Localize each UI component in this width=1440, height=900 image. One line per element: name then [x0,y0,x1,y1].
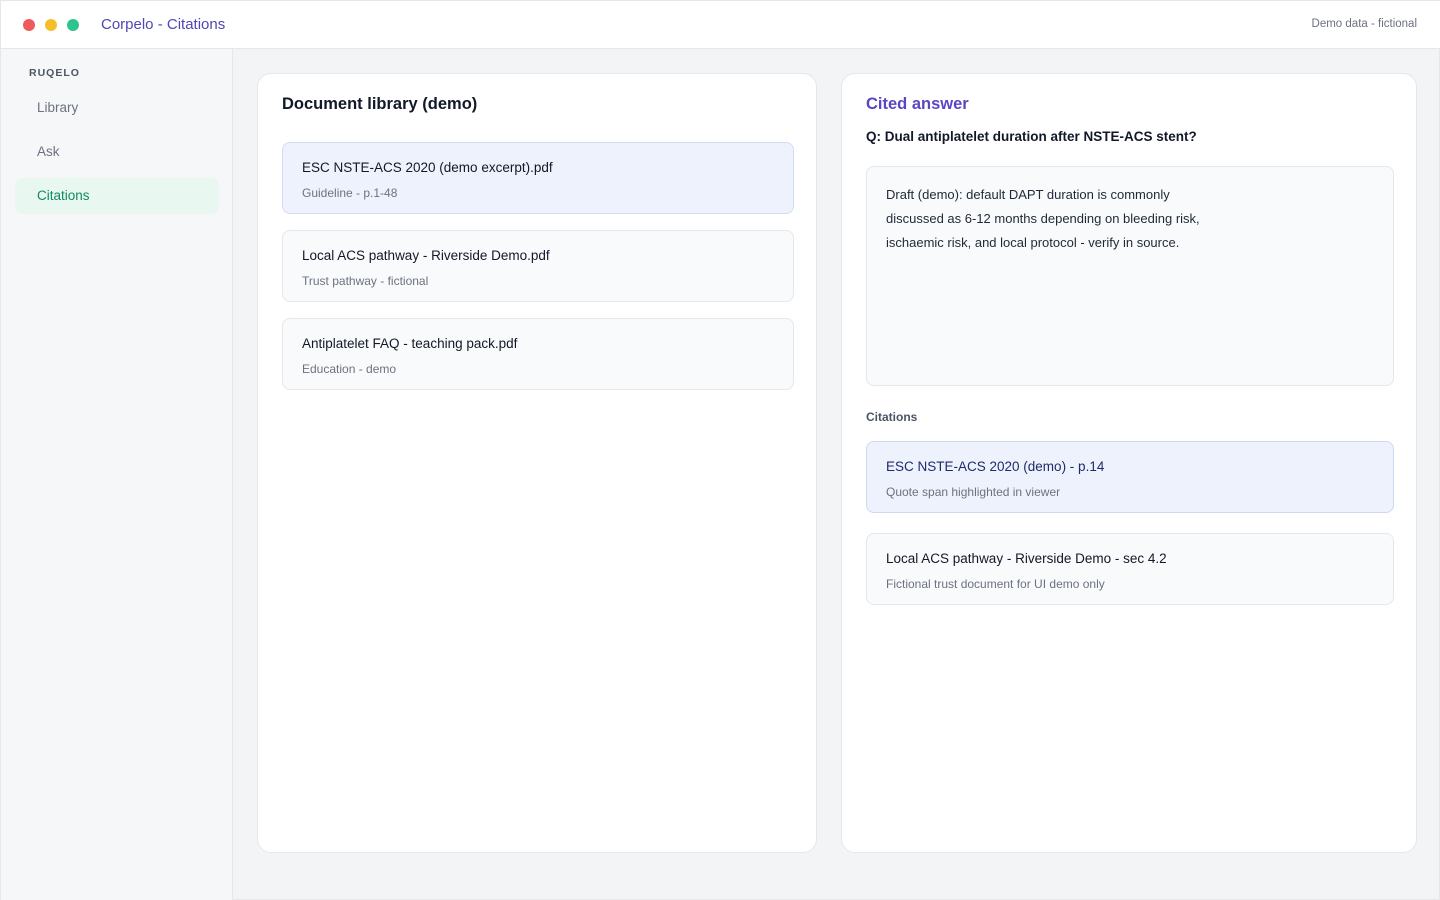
document-name: Antiplatelet FAQ - teaching pack.pdf [302,336,518,351]
title-bar: Corpelo - Citations Demo data - fictiona… [1,1,1440,49]
library-title: Document library (demo) [282,95,478,113]
document-item[interactable]: Antiplatelet FAQ - teaching pack.pdf Edu… [282,318,794,390]
document-name: ESC NSTE-ACS 2020 (demo excerpt).pdf [302,160,553,175]
document-library-panel: Document library (demo) ESC NSTE-ACS 202… [257,73,817,853]
answer-title: Cited answer [866,95,969,113]
citation-subtitle: Quote span highlighted in viewer [886,485,1061,499]
window-controls [23,18,79,31]
citation-subtitle: Fictional trust document for UI demo onl… [886,577,1105,591]
document-meta: Education - demo [302,362,397,376]
citation-item[interactable]: Local ACS pathway - Riverside Demo - sec… [866,533,1394,605]
cited-answer-panel: Cited answer Q: Dual antiplatelet durati… [841,73,1417,853]
citation-title: ESC NSTE-ACS 2020 (demo) - p.14 [886,459,1105,474]
app-window: Corpelo - Citations Demo data - fictiona… [0,0,1440,900]
sidebar-item-label: Citations [37,188,90,203]
answer-box: Draft (demo): default DAPT duration is c… [866,166,1394,386]
brand-label: RUQELO [29,67,80,79]
citation-title: Local ACS pathway - Riverside Demo - sec… [886,551,1167,566]
question-text: Q: Dual antiplatelet duration after NSTE… [866,129,1197,144]
sidebar-item-ask[interactable]: Ask [15,134,219,170]
document-meta: Guideline - p.1-48 [302,186,398,200]
sidebar: RUQELO Library Ask Citations [1,49,233,900]
document-meta: Trust pathway - fictional [302,274,429,288]
window-title: Corpelo - Citations [101,16,226,33]
sidebar-item-label: Library [37,100,79,115]
sidebar-item-label: Ask [37,144,60,159]
citation-item[interactable]: ESC NSTE-ACS 2020 (demo) - p.14 Quote sp… [866,441,1394,513]
sidebar-item-citations[interactable]: Citations [15,178,219,214]
document-item[interactable]: Local ACS pathway - Riverside Demo.pdf T… [282,230,794,302]
document-name: Local ACS pathway - Riverside Demo.pdf [302,248,550,263]
sidebar-item-library[interactable]: Library [15,90,219,126]
maximize-window-button[interactable] [67,18,79,31]
minimize-window-button[interactable] [45,18,57,31]
close-window-button[interactable] [23,18,35,31]
document-item[interactable]: ESC NSTE-ACS 2020 (demo excerpt).pdf Gui… [282,142,794,214]
citations-heading: Citations [866,410,918,424]
demo-data-note: Demo data - fictional [1311,18,1417,30]
answer-text: Draft (demo): default DAPT duration is c… [886,187,1200,250]
